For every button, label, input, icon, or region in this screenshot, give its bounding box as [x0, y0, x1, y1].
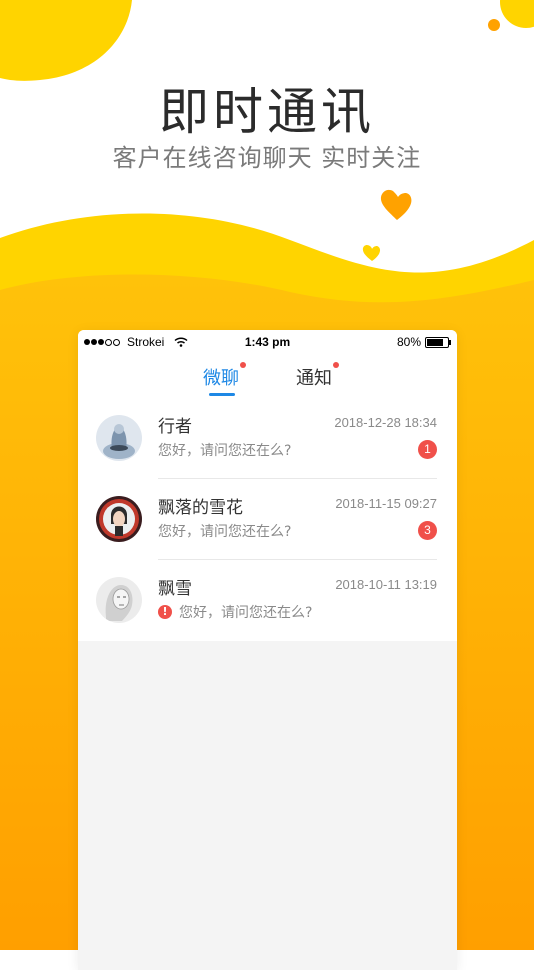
message-text: 您好，请问您还在么? [158, 524, 292, 540]
unread-badge: 1 [418, 440, 437, 459]
tab-notifications-dot [333, 362, 339, 368]
message-text: 您好，请问您还在么? [158, 443, 292, 459]
conversation-name: 飘雪 [158, 579, 192, 599]
conversation-time: 2018-12-28 18:34 [334, 415, 437, 430]
battery-percent: 80% [396, 335, 421, 349]
small-orange-dot [488, 19, 500, 31]
message-text: 您好，请问您还在么? [179, 605, 313, 621]
battery-icon [425, 336, 451, 348]
unread-badge: 3 [418, 521, 437, 540]
sketch-avatar-icon [96, 577, 142, 623]
hero-title: 即时通讯 [159, 83, 375, 141]
heart-small [362, 244, 381, 261]
tab-notifications-label: 通知 [296, 368, 332, 389]
conversation-list: 行者 2018-12-28 18:34 您好，请问您还在么? 1 飘落的雪花 2… [78, 398, 457, 641]
conversation-item[interactable]: 行者 2018-12-28 18:34 您好，请问您还在么? 1 [78, 398, 457, 479]
portrait-avatar-icon [96, 496, 142, 542]
conversation-time: 2018-10-11 13:19 [335, 577, 437, 592]
active-tab-indicator [209, 393, 235, 396]
conversation-message: 您好，请问您还在么? [158, 440, 291, 460]
conversation-time: 2018-11-15 09:27 [335, 496, 437, 511]
conversation-message: ! 您好，请问您还在么? [158, 602, 312, 622]
heart-large [380, 189, 412, 220]
alert-icon: ! [158, 605, 172, 619]
tab-wechat[interactable]: 微聊 [203, 362, 246, 390]
conversation-message: 您好，请问您还在么? [158, 521, 291, 541]
tab-bar: 微聊 通知 [78, 352, 457, 398]
hero-subtitle: 客户在线咨询聊天 实时关注 [112, 144, 422, 172]
status-bar: Strokei 1:43 pm 80% [78, 330, 457, 352]
top-right-blob [500, 0, 534, 28]
top-left-blob [0, 0, 132, 81]
tab-notifications[interactable]: 通知 [296, 362, 339, 390]
conversation-item[interactable]: 飘雪 2018-10-11 13:19 ! 您好，请问您还在么? [78, 560, 457, 641]
conversation-item[interactable]: 飘落的雪花 2018-11-15 09:27 您好，请问您还在么? 3 [78, 479, 457, 560]
conversation-name: 行者 [158, 417, 192, 437]
conversation-name: 飘落的雪花 [158, 498, 243, 518]
sculpture-avatar-icon [96, 415, 142, 461]
tab-wechat-dot [240, 362, 246, 368]
phone-screen: Strokei 1:43 pm 80% 微聊 通知 行者 2018-12-28 … [78, 330, 457, 970]
tab-wechat-label: 微聊 [203, 368, 239, 389]
